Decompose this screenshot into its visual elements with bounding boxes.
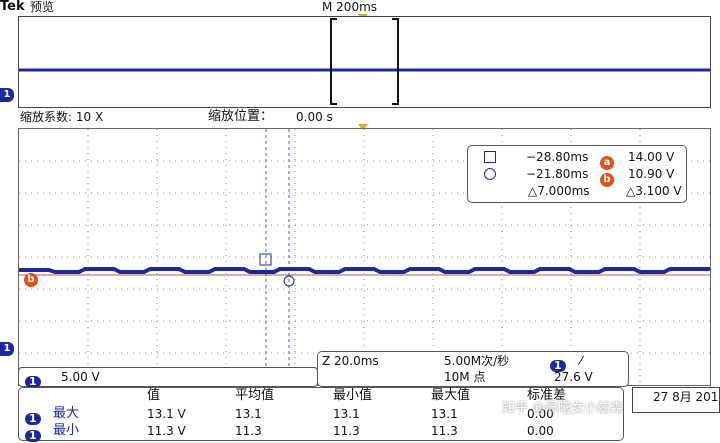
zoom-graticule: −28.80ms a 14.00 V −21.80ms b 10.90 V △7…	[18, 128, 711, 386]
record-length: 10M 点	[444, 370, 486, 384]
zoom-time: Z 20.0ms	[322, 354, 379, 368]
delta-time: △7.000ms	[528, 184, 590, 198]
cursor1-value: 14.00 V	[628, 150, 675, 164]
header-mean: 平均值	[235, 388, 275, 403]
trigger-level: 27.6 V	[554, 370, 593, 384]
header-max: 最大值	[431, 388, 471, 403]
row-mean: 11.3	[235, 424, 262, 438]
row-max: 11.3	[431, 424, 458, 438]
row-mean: 13.1	[235, 407, 262, 421]
zoom-position-label: 缩放位置：	[208, 109, 274, 124]
zoom-factor-label: 缩放系数: 10 X	[20, 110, 104, 124]
brand-label: Tek	[0, 0, 25, 14]
row-std: 0.00	[527, 424, 554, 438]
date-box: 27 8月 201	[632, 387, 720, 413]
header-min: 最小值	[333, 388, 373, 403]
sample-rate: 5.00M次/秒	[444, 354, 510, 368]
channel-scale-box[interactable]: 1 5.00 V	[18, 367, 318, 388]
channel1-marker-zoom[interactable]: 1	[0, 342, 14, 356]
row-label: 最大	[53, 406, 80, 421]
row-value: 13.1 V	[147, 407, 186, 421]
row-min: 13.1	[333, 407, 360, 421]
cursor2-time: −21.80ms	[526, 167, 589, 181]
date-label: 27 8月 201	[653, 390, 719, 404]
row-value: 11.3 V	[147, 424, 186, 438]
cursor-readout: −28.80ms a 14.00 V −21.80ms b 10.90 V △7…	[467, 145, 687, 203]
reference-b-marker[interactable]: b	[24, 267, 38, 287]
row-max: 13.1	[431, 407, 458, 421]
zoom-window-bracket[interactable]	[330, 18, 399, 105]
channel1-marker-overview[interactable]: 1	[0, 88, 14, 102]
header-value: 值	[147, 388, 161, 403]
cursor2-circle-icon	[484, 168, 496, 180]
timebase-label: M 200ms	[322, 0, 378, 14]
overview-panel	[18, 16, 711, 108]
waveform-trace	[19, 267, 710, 274]
cursor-b-icon: b	[600, 167, 614, 187]
cursor2-value: 10.90 V	[628, 167, 675, 181]
watermark: 知乎 @晨曦女小兹森	[502, 401, 624, 416]
trigger-slope-icon: ⁄	[580, 354, 583, 368]
row-channel-badge: 1	[25, 430, 41, 442]
channel-scale-value: 5.00 V	[61, 370, 100, 384]
acquisition-box: Z 20.0ms 5.00M次/秒 10M 点 1 ⁄ 27.6 V	[317, 351, 629, 387]
cursor1-time: −28.80ms	[526, 150, 589, 164]
row-label: 最小	[53, 423, 80, 438]
cursor1-square-icon	[484, 151, 496, 163]
delta-value: △3.100 V	[626, 184, 682, 198]
mode-label: 预览	[30, 0, 55, 14]
row-min: 11.3	[333, 424, 360, 438]
zoom-position-value: 0.00 s	[296, 110, 333, 124]
